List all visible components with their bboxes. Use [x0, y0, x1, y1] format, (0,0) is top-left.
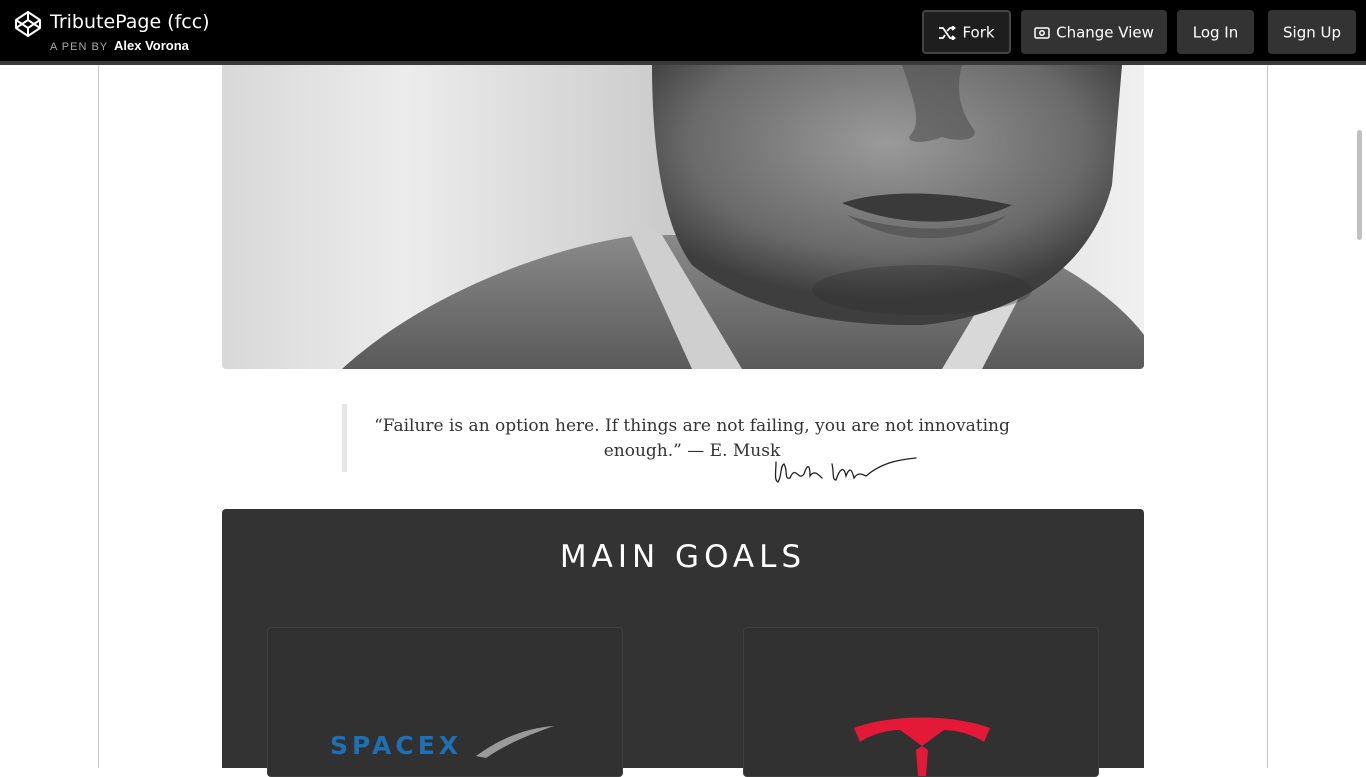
portrait-illustration	[342, 65, 1144, 369]
fork-label: Fork	[962, 23, 995, 42]
content-frame-right-border	[1267, 65, 1268, 768]
author-link[interactable]: Alex Vorona	[114, 38, 189, 53]
quote-line-1: “Failure is an option here. If things ar…	[374, 416, 1010, 436]
main-goals-section: MAIN GOALS SPACEX	[222, 509, 1144, 777]
log-in-button[interactable]: Log In	[1177, 10, 1254, 54]
pen-title[interactable]: TributePage (fcc)	[50, 10, 210, 34]
signature-icon	[774, 457, 917, 483]
tesla-card[interactable]	[743, 627, 1099, 777]
sign-up-label: Sign Up	[1283, 23, 1341, 42]
codepen-header: TributePage (fcc) A PEN BY Alex Vorona F…	[0, 0, 1366, 65]
change-view-label: Change View	[1056, 23, 1154, 42]
tesla-logo-icon	[854, 717, 990, 776]
fork-button[interactable]: Fork	[922, 10, 1011, 54]
fork-icon	[939, 25, 957, 40]
portrait-image	[222, 65, 1144, 369]
eye-icon	[1034, 26, 1050, 39]
by-label: A PEN BY	[50, 41, 108, 53]
scrollbar-thumb[interactable]	[1357, 130, 1362, 240]
log-in-label: Log In	[1192, 23, 1239, 42]
quote-blockquote: “Failure is an option here. If things ar…	[342, 404, 1022, 472]
change-view-button[interactable]: Change View	[1021, 10, 1167, 54]
sign-up-button[interactable]: Sign Up	[1268, 10, 1356, 54]
spacex-card[interactable]: SPACEX	[267, 627, 623, 777]
spacex-logo-text: SPACEX	[330, 731, 462, 760]
codepen-logo-icon[interactable]	[14, 10, 42, 38]
pen-byline: A PEN BY Alex Vorona	[50, 38, 189, 55]
quote-line-2: enough.” — E. Musk	[603, 441, 781, 461]
content-frame-left-border	[98, 65, 99, 768]
main-goals-heading: MAIN GOALS	[559, 539, 807, 575]
spacex-logo-icon: SPACEX	[330, 726, 554, 760]
